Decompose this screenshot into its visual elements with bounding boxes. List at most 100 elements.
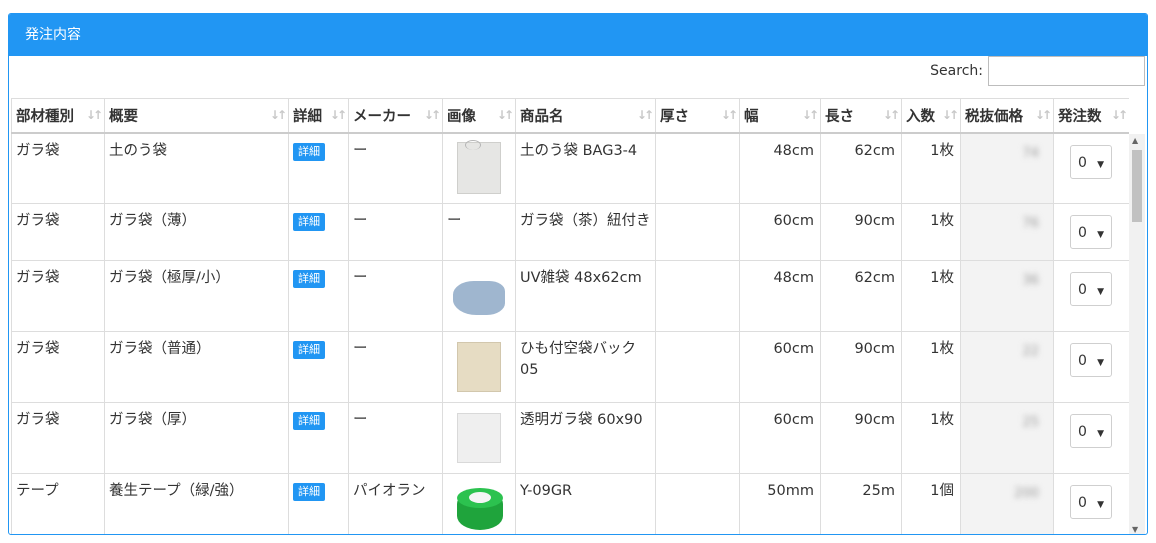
column-header-type[interactable]: 部材種別 ↓↑ — [11, 98, 105, 134]
column-header-width[interactable]: 幅 ↓↑ — [739, 98, 821, 134]
column-header-thickness[interactable]: 厚さ ↓↑ — [655, 98, 740, 134]
cell-price: 200 — [960, 473, 1054, 534]
sort-arrows-icon: ↓↑ — [496, 108, 514, 122]
detail-button[interactable]: 詳細 — [293, 142, 325, 161]
table-scrollbar[interactable]: ▲ ▼ — [1129, 134, 1145, 534]
cell-order-qty: 0 ▼ — [1053, 260, 1129, 332]
cell-summary: ガラ袋（普通） — [104, 331, 289, 403]
cell-thickness — [655, 203, 740, 261]
sort-arrows-icon: ↓↑ — [636, 108, 654, 122]
chevron-down-icon: ▼ — [1097, 358, 1104, 368]
detail-button[interactable]: 詳細 — [293, 213, 325, 231]
cell-type: ガラ袋 — [11, 260, 105, 332]
column-header-maker[interactable]: メーカー ↓↑ — [348, 98, 443, 134]
cell-maker: ー — [348, 402, 443, 474]
cell-order-qty: 0 ▼ — [1053, 203, 1129, 261]
order-qty-select[interactable]: 0 ▼ — [1070, 414, 1112, 448]
cell-summary: 土のう袋 — [104, 132, 289, 204]
cell-order-qty: 0 ▼ — [1053, 132, 1129, 204]
cell-product-name: 土のう袋 BAG3-4 — [515, 132, 656, 204]
sort-arrows-icon: ↓↑ — [1110, 108, 1128, 122]
chevron-down-icon: ▼ — [1097, 429, 1104, 439]
order-qty-select[interactable]: 0 ▼ — [1070, 144, 1112, 179]
scrollbar-thumb[interactable] — [1132, 150, 1142, 222]
cell-product-name: UV雑袋 48x62cm — [515, 260, 656, 332]
order-table-container: 部材種別 ↓↑ 概要 ↓↑ 詳細 ↓↑ メーカー ↓↑ 画像 ↓↑ 商品名 ↓↑ 厚さ ↓↑ … — [11, 98, 1129, 534]
order-qty-select[interactable]: 0 ▼ — [1070, 343, 1112, 377]
cell-product-name: ガラ袋（茶）紐付き — [515, 203, 656, 261]
cell-width: 50mm — [739, 473, 821, 534]
cell-maker: ー — [348, 203, 443, 261]
column-header-order-qty[interactable]: 発注数 ↓↑ — [1053, 98, 1129, 134]
cell-width: 60cm — [739, 331, 821, 403]
sort-arrows-icon: ↓↑ — [801, 108, 819, 122]
cell-image — [442, 260, 516, 332]
scroll-up-icon[interactable]: ▲ — [1132, 136, 1138, 145]
column-header-detail[interactable]: 詳細 ↓↑ — [288, 98, 349, 134]
cell-summary: ガラ袋（極厚/小） — [104, 260, 289, 332]
cell-price: 25 — [960, 402, 1054, 474]
table-row: テープ 養生テープ（緑/強） 詳細 パイオラン Y-09GR 50mm 25m … — [11, 473, 1129, 534]
cell-count: 1枚 — [901, 203, 961, 261]
order-panel: 発注内容 Search: 部材種別 ↓↑ 概要 ↓↑ 詳細 ↓↑ メーカー ↓↑ 画像 ↓… — [8, 13, 1148, 535]
cell-detail: 詳細 — [288, 402, 349, 474]
search-label: Search: — [930, 63, 983, 79]
cell-count: 1枚 — [901, 260, 961, 332]
cell-image — [442, 132, 516, 204]
cell-product-name: ひも付空袋バック05 — [515, 331, 656, 403]
search-area: Search: — [747, 56, 1147, 98]
cell-price: 36 — [960, 260, 1054, 332]
chevron-down-icon: ▼ — [1097, 230, 1104, 240]
sort-arrows-icon: ↓↑ — [329, 108, 347, 122]
cell-width: 48cm — [739, 260, 821, 332]
column-header-length[interactable]: 長さ ↓↑ — [820, 98, 902, 134]
order-qty-select[interactable]: 0 ▼ — [1070, 485, 1112, 519]
column-header-product-name[interactable]: 商品名 ↓↑ — [515, 98, 656, 134]
white-bag-image[interactable] — [451, 139, 507, 196]
cell-detail: 詳細 — [288, 260, 349, 332]
sort-arrows-icon: ↓↑ — [269, 108, 287, 122]
search-input[interactable] — [988, 56, 1145, 86]
cell-count: 1個 — [901, 473, 961, 534]
detail-button[interactable]: 詳細 — [293, 341, 325, 359]
cell-width: 60cm — [739, 203, 821, 261]
column-header-count[interactable]: 入数 ↓↑ — [901, 98, 961, 134]
green-tape-image[interactable] — [451, 480, 507, 534]
price-value: 22 — [1022, 344, 1039, 359]
cell-maker: ー — [348, 260, 443, 332]
cell-type: ガラ袋 — [11, 132, 105, 204]
price-value: 76 — [1022, 216, 1039, 231]
chevron-down-icon: ▼ — [1097, 500, 1104, 510]
cell-price: 74 — [960, 132, 1054, 204]
column-header-price[interactable]: 税抜価格 ↓↑ — [960, 98, 1054, 134]
cell-width: 48cm — [739, 132, 821, 204]
table-row: ガラ袋 ガラ袋（普通） 詳細 ー ひも付空袋バック05 60cm 90cm 1枚… — [11, 331, 1129, 403]
kraft-bag-image[interactable] — [451, 338, 507, 394]
detail-button[interactable]: 詳細 — [293, 412, 325, 430]
cell-count: 1枚 — [901, 331, 961, 403]
order-qty-select[interactable]: 0 ▼ — [1070, 272, 1112, 306]
cell-length: 62cm — [820, 260, 902, 332]
blue-bag-image[interactable] — [451, 267, 507, 323]
cell-thickness — [655, 331, 740, 403]
sort-arrows-icon: ↓↑ — [1034, 108, 1052, 122]
cell-thickness — [655, 260, 740, 332]
order-qty-select[interactable]: 0 ▼ — [1070, 215, 1112, 249]
column-header-summary[interactable]: 概要 ↓↑ — [104, 98, 289, 134]
cell-length: 90cm — [820, 203, 902, 261]
cell-product-name: Y-09GR — [515, 473, 656, 534]
column-header-image[interactable]: 画像 ↓↑ — [442, 98, 516, 134]
cell-length: 90cm — [820, 331, 902, 403]
cell-summary: 養生テープ（緑/強） — [104, 473, 289, 534]
cell-detail: 詳細 — [288, 203, 349, 261]
detail-button[interactable]: 詳細 — [293, 483, 325, 501]
price-value: 36 — [1022, 273, 1039, 288]
chevron-down-icon: ▼ — [1097, 287, 1104, 297]
scroll-down-icon[interactable]: ▼ — [1132, 525, 1138, 534]
cell-length: 90cm — [820, 402, 902, 474]
clear-bag-image[interactable] — [451, 409, 507, 465]
cell-thickness — [655, 132, 740, 204]
detail-button[interactable]: 詳細 — [293, 270, 325, 288]
cell-summary: ガラ袋（厚） — [104, 402, 289, 474]
price-value: 74 — [1022, 145, 1039, 161]
